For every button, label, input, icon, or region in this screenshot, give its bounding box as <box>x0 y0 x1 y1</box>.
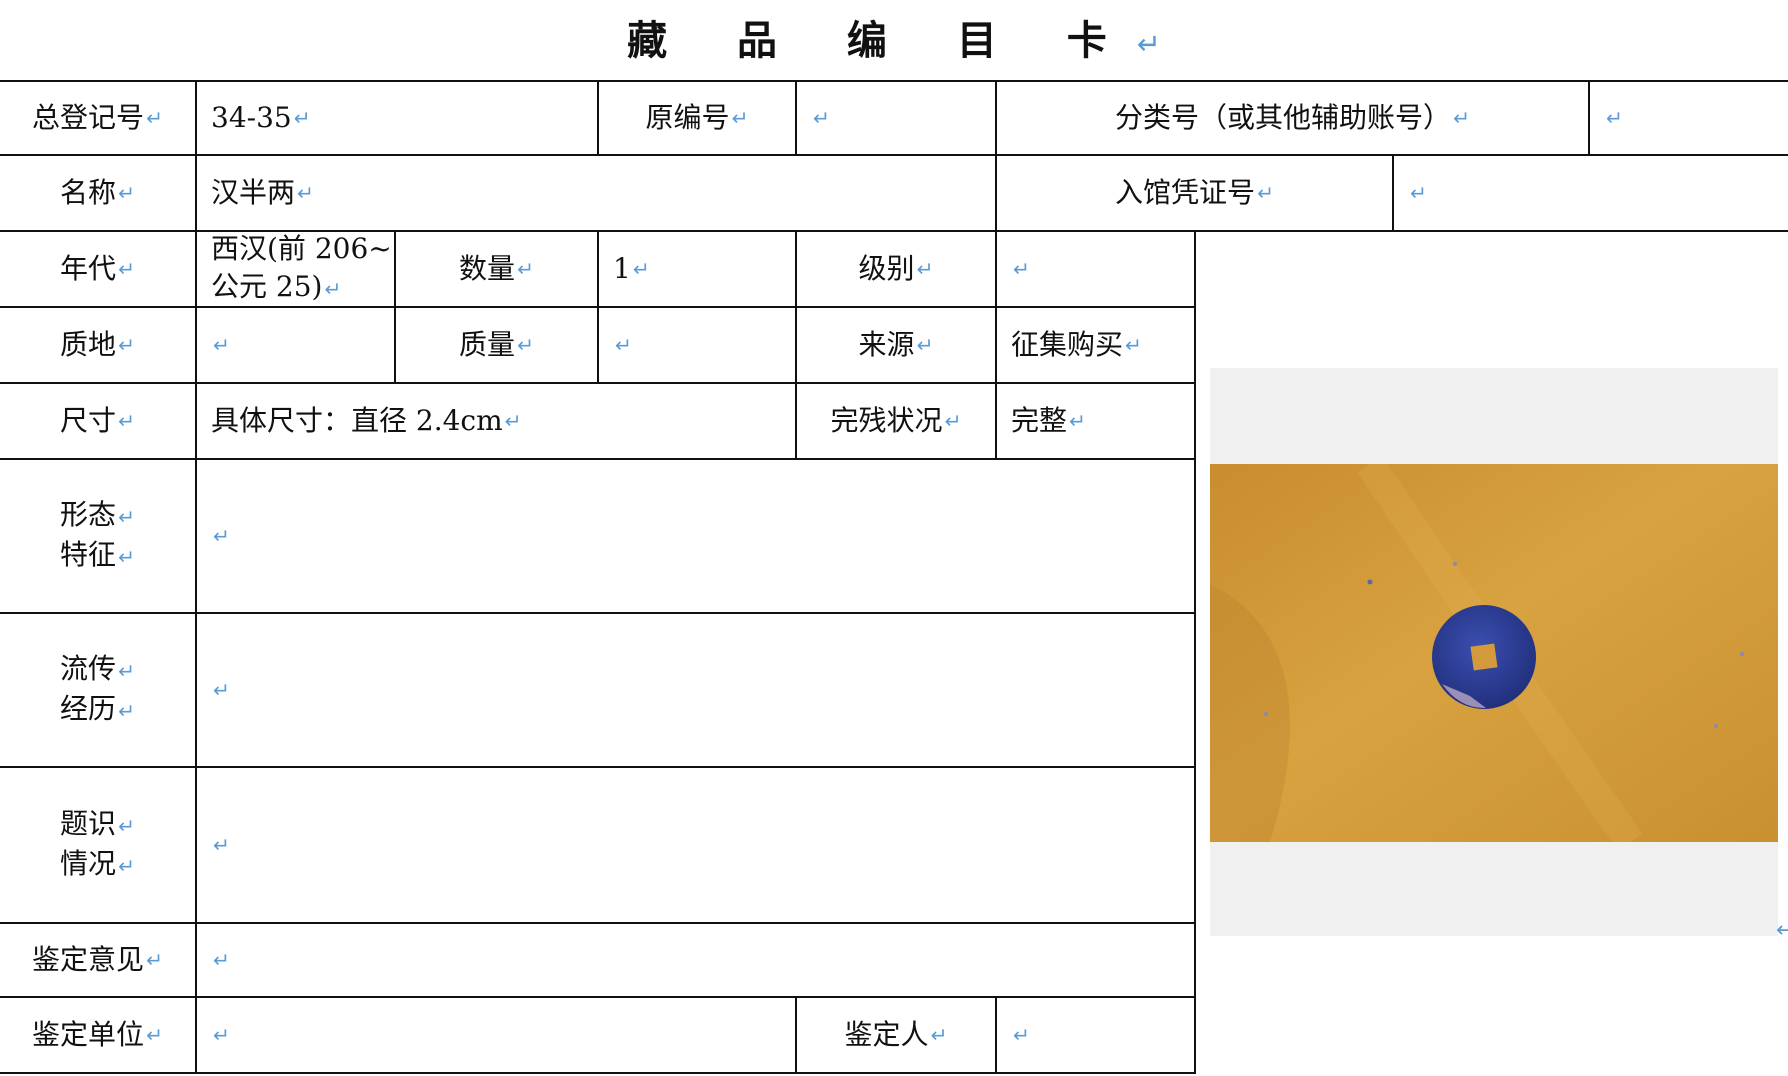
mass-label: 质量 ↵ <box>459 328 534 361</box>
name-value[interactable]: 汉半两 ↵ <box>197 156 995 230</box>
provenance-label-line-1: 流传↵ <box>60 652 135 685</box>
form-features-label-line-1: 形态↵ <box>60 498 135 531</box>
era-label: 年代 ↵ <box>60 252 135 285</box>
registration-number-value[interactable]: 34-35 ↵ <box>197 82 597 154</box>
provenance-label: 流传↵ 经历↵ <box>0 614 195 766</box>
provenance-value[interactable]: ↵ <box>197 614 1194 766</box>
inscription-value[interactable]: ↵ <box>197 768 1194 922</box>
material-label: 质地 ↵ <box>60 328 135 361</box>
form-features-label: 形态↵ 特征↵ <box>0 460 195 612</box>
condition-value[interactable]: 完整 ↵ <box>997 384 1194 458</box>
era-value[interactable]: 西汉(前 206~ 公元 25)↵ <box>197 232 394 306</box>
form-features-label-line-2: 特征↵ <box>60 538 135 571</box>
coin-square-hole <box>1470 643 1498 671</box>
inscription-label-line-2: 情况↵ <box>60 847 135 880</box>
inscription-label: 题识↵ 情况↵ <box>0 768 195 922</box>
coin-photo-image <box>1210 464 1778 842</box>
speck <box>1740 652 1744 656</box>
speck <box>1367 579 1373 585</box>
speck <box>1264 712 1268 716</box>
grade-value[interactable]: ↵ <box>997 232 1194 306</box>
photo-return-mark: ↵ <box>1776 918 1788 943</box>
size-label: 尺寸 ↵ <box>60 404 135 437</box>
appraiser-label: 鉴定人 ↵ <box>844 1018 948 1051</box>
name-label: 名称 ↵ <box>60 176 135 209</box>
era-value-line-2: 公元 25)↵ <box>211 270 342 303</box>
form-features-value[interactable]: ↵ <box>197 460 1194 612</box>
provenance-label-line-2: 经历↵ <box>60 692 135 725</box>
entry-voucher-label: 入馆凭证号 ↵ <box>1115 176 1274 209</box>
source-value[interactable]: 征集购买 ↵ <box>997 308 1194 382</box>
source-label: 来源 ↵ <box>858 328 934 361</box>
grid-line <box>0 1072 1196 1074</box>
classification-number-value[interactable]: ↵ <box>1590 82 1788 154</box>
card-title: 藏 品 编 目 卡↵ <box>627 17 1161 64</box>
grade-label: 级别 ↵ <box>858 252 934 285</box>
material-value[interactable]: ↵ <box>197 308 394 382</box>
condition-label: 完残状况 ↵ <box>830 404 962 437</box>
era-value-line-1: 西汉(前 206~ <box>211 232 392 265</box>
quantity-label: 数量 ↵ <box>459 252 534 285</box>
grid-line <box>1194 230 1196 1074</box>
quantity-value[interactable]: 1 ↵ <box>599 232 795 306</box>
appraiser-value[interactable]: ↵ <box>997 998 1194 1072</box>
original-number-value[interactable]: ↵ <box>797 82 995 154</box>
entry-voucher-value[interactable]: ↵ <box>1394 156 1788 230</box>
inscription-label-line-1: 题识↵ <box>60 807 135 840</box>
appraisal-opinion-value[interactable]: ↵ <box>197 924 1194 996</box>
size-value[interactable]: 具体尺寸：直径 2.4cm ↵ <box>197 384 795 458</box>
appraisal-unit-label: 鉴定单位 ↵ <box>32 1018 163 1051</box>
mass-value[interactable]: ↵ <box>599 308 795 382</box>
registration-number-label: 总登记号 ↵ <box>32 101 163 134</box>
appraisal-opinion-label: 鉴定意见 ↵ <box>32 943 163 976</box>
original-number-label: 原编号 ↵ <box>645 101 749 134</box>
speck <box>1714 724 1718 728</box>
coin-photo <box>1210 368 1778 936</box>
classification-number-label: 分类号（或其他辅助账号） ↵ <box>1115 101 1470 134</box>
appraisal-unit-value[interactable]: ↵ <box>197 998 795 1072</box>
speck <box>1453 562 1457 566</box>
